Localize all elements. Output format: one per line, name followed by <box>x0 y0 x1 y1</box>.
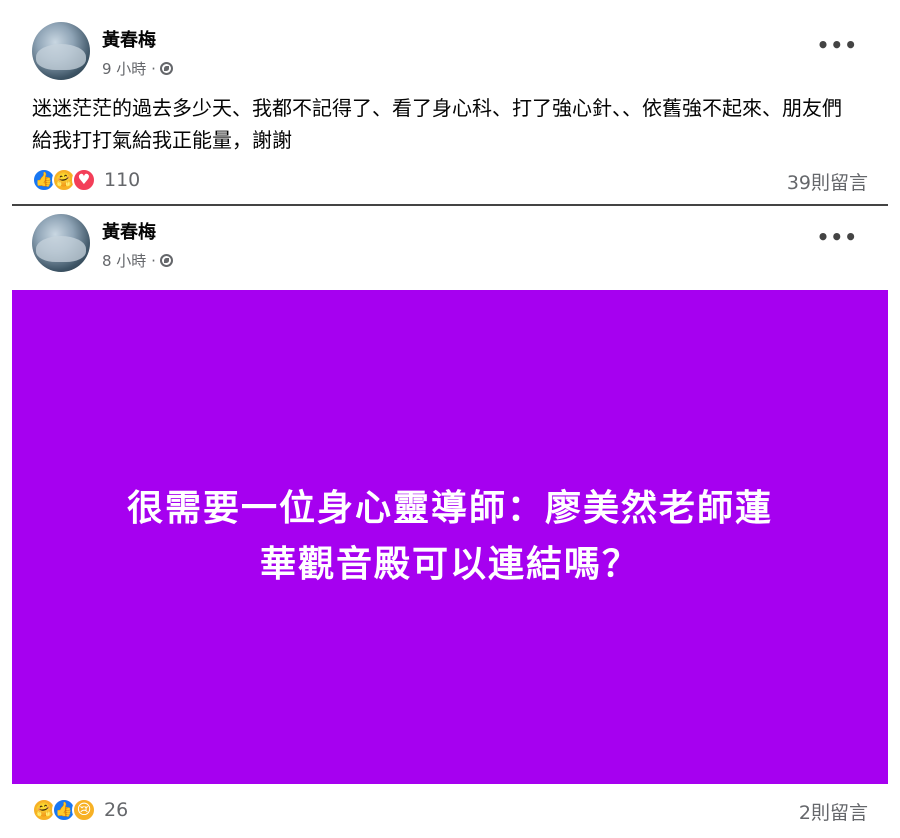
reaction-count: 110 <box>104 169 141 191</box>
banner-line-2: 華觀音殿可以連結嗎？ <box>259 544 640 585</box>
comment-count[interactable]: 39則留言 <box>787 168 868 195</box>
post-time[interactable]: 8 小時 · <box>102 250 156 271</box>
avatar[interactable] <box>32 22 90 80</box>
more-options-button[interactable]: ••• <box>817 227 858 247</box>
reactions-bar[interactable]: 🤗 👍 😢 26 <box>32 798 128 822</box>
banner-text: 很需要一位身心靈導師：廖美然老師蓮 華觀音殿可以連結嗎？ <box>60 481 840 593</box>
post-text: 迷迷茫茫的過去多少天、我都不記得了、看了身心科、打了強心針、、依舊強不起來、朋友… <box>32 96 842 152</box>
reactions-bar[interactable]: 👍 🤗 ♥ 110 <box>32 168 140 192</box>
banner-line-1: 很需要一位身心靈導師：廖美然老師蓮 <box>126 488 773 529</box>
sad-icon: 😢 <box>72 798 96 822</box>
post-meta: 9 小時 · <box>102 58 173 79</box>
post-card: 黃春梅 8 小時 · ••• 很需要一位身心靈導師：廖美然老師蓮 華觀音殿可以連… <box>12 210 888 838</box>
avatar-image <box>36 44 86 70</box>
love-icon: ♥ <box>72 168 96 192</box>
comment-count[interactable]: 2則留言 <box>799 798 868 825</box>
avatar-image <box>36 236 86 262</box>
reaction-count: 26 <box>104 799 129 821</box>
post-meta: 8 小時 · <box>102 250 173 271</box>
post-time[interactable]: 9 小時 · <box>102 58 156 79</box>
globe-icon <box>159 254 173 267</box>
more-options-button[interactable]: ••• <box>817 35 858 55</box>
author-name[interactable]: 黃春梅 <box>102 218 156 244</box>
globe-icon <box>159 62 173 75</box>
author-name[interactable]: 黃春梅 <box>102 26 156 52</box>
post-banner[interactable]: 很需要一位身心靈導師：廖美然老師蓮 華觀音殿可以連結嗎？ <box>12 290 888 784</box>
post-card: 黃春梅 9 小時 · ••• 迷迷茫茫的過去多少天、我都不記得了、看了身心科、打… <box>12 10 888 206</box>
avatar[interactable] <box>32 214 90 272</box>
